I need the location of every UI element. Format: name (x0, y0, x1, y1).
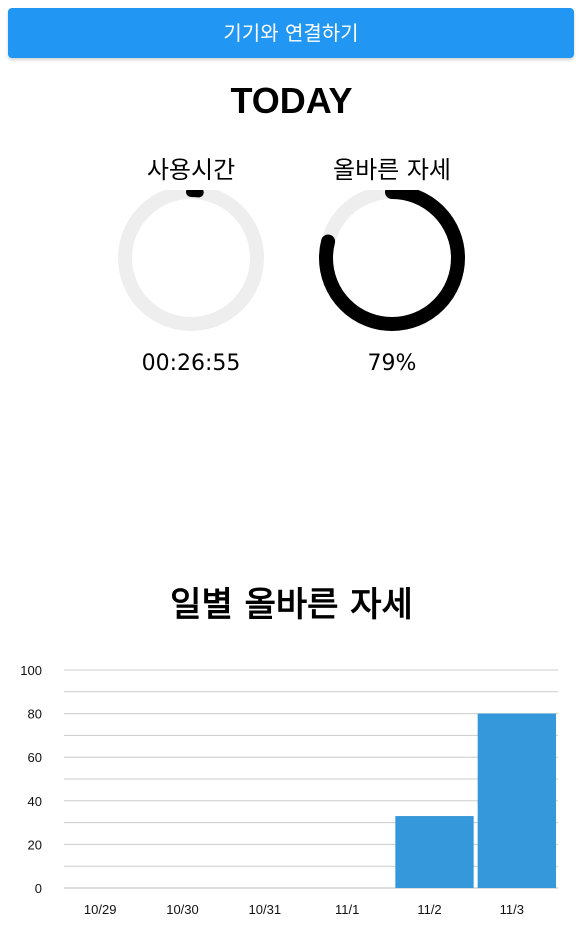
daily-posture-chart-title: 일별 올바른 자세 (170, 585, 413, 625)
connect-bar: 기기와 연결하기 (0, 0, 583, 68)
correct-posture-ring (319, 190, 465, 331)
usage-time-gauge: 사용시간 00:26:55 (91, 150, 291, 380)
y-tick-label: 40 (28, 794, 42, 809)
today-title: TODAY (230, 80, 353, 121)
usage-time-label: 사용시간 (146, 156, 236, 184)
daily-posture-bar-chart: 0 20 40 60 80 100 10/29 10/30 10/31 11/1 11/2 11/3 (20, 663, 558, 917)
y-tick-label: 60 (28, 750, 42, 765)
y-tick-label: 0 (35, 881, 42, 896)
correct-posture-value: 79% (367, 351, 417, 376)
bar (477, 713, 556, 888)
x-tick-label: 10/29 (84, 902, 117, 917)
connect-device-button[interactable]: 기기와 연결하기 (8, 8, 574, 58)
usage-time-ring (118, 190, 264, 331)
x-tick-label: 11/2 (417, 902, 441, 917)
correct-posture-label: 올바른 자세 (332, 156, 452, 184)
bar (395, 816, 474, 888)
usage-ring-track (118, 190, 264, 331)
x-tick-label: 10/31 (249, 902, 282, 917)
y-tick-label: 20 (28, 837, 42, 852)
x-tick-label: 11/1 (335, 902, 359, 917)
x-tick-label: 10/30 (166, 902, 199, 917)
x-tick-label: 11/3 (500, 902, 524, 917)
usage-time-value: 00:26:55 (141, 351, 241, 376)
correct-posture-gauge: 올바른 자세 79% (292, 150, 492, 380)
y-tick-label: 80 (28, 707, 42, 722)
y-tick-label: 100 (20, 663, 42, 678)
